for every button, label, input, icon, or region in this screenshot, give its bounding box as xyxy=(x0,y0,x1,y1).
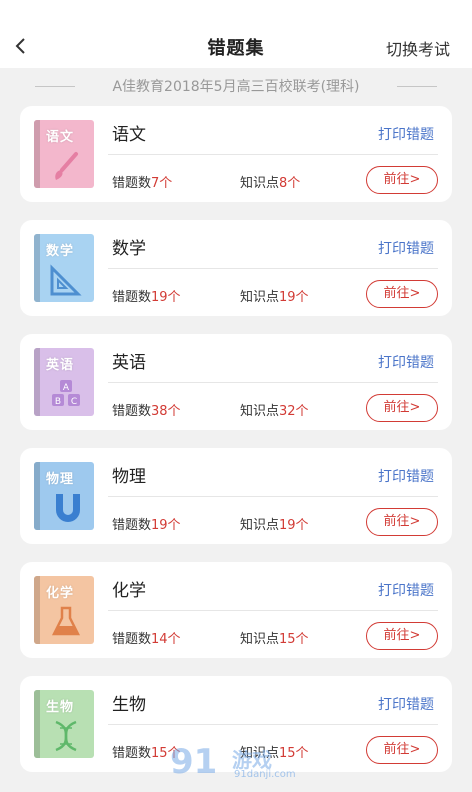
subject-card-chinese[interactable]: 语文 语文 打印错题 错题数7个 知识点8个 前往> xyxy=(20,106,452,202)
wrong-count: 错题数7个 xyxy=(112,176,173,191)
subject-book-cover: 数学 xyxy=(34,234,94,302)
site-watermark: 91 游戏 91danji.com xyxy=(170,742,310,788)
print-errors-button[interactable]: 打印错题 xyxy=(378,124,434,144)
knowledge-count: 知识点32个 xyxy=(240,404,309,419)
subject-card-chemistry[interactable]: 化学 化学 打印错题 错题数14个 知识点15个 前往> xyxy=(20,562,452,658)
svg-text:C: C xyxy=(71,397,77,407)
subject-book-cover: 生物 xyxy=(34,690,94,758)
go-button[interactable]: 前往> xyxy=(366,166,438,194)
wrong-count: 错题数19个 xyxy=(112,518,181,533)
subject-card-math[interactable]: 数学 数学 打印错题 错题数19个 知识点19个 前往> xyxy=(20,220,452,316)
book-label: 语文 xyxy=(46,130,75,145)
subject-card-english[interactable]: 英语 A B C 英语 打印错题 错题数38个 知识点32个 前往> xyxy=(20,334,452,430)
card-divider xyxy=(108,496,438,497)
go-button[interactable]: 前往> xyxy=(366,280,438,308)
subject-name: 语文 xyxy=(112,125,146,145)
book-label: 化学 xyxy=(46,586,75,601)
knowledge-count: 知识点15个 xyxy=(240,632,309,647)
brush-icon xyxy=(55,152,78,180)
magnet-icon xyxy=(56,494,80,522)
card-divider xyxy=(108,154,438,155)
card-divider xyxy=(108,610,438,611)
flask-icon xyxy=(51,606,81,636)
book-label: 物理 xyxy=(46,472,75,487)
go-button[interactable]: 前往> xyxy=(366,736,438,764)
subject-name: 生物 xyxy=(112,695,146,715)
watermark-url: 91danji.com xyxy=(234,769,296,780)
card-divider xyxy=(108,268,438,269)
svg-text:A: A xyxy=(63,383,70,393)
knowledge-count: 知识点19个 xyxy=(240,518,309,533)
book-label: 数学 xyxy=(46,244,75,259)
go-button[interactable]: 前往> xyxy=(366,394,438,422)
subject-name: 化学 xyxy=(112,581,146,601)
subject-name: 英语 xyxy=(112,353,146,373)
switch-exam-button[interactable]: 切换考试 xyxy=(386,36,450,60)
dna-icon xyxy=(55,720,77,752)
subject-book-cover: 语文 xyxy=(34,120,94,188)
go-button[interactable]: 前往> xyxy=(366,508,438,536)
subject-name: 物理 xyxy=(112,467,146,487)
book-label: 英语 xyxy=(46,358,75,373)
subject-book-cover: 物理 xyxy=(34,462,94,530)
svg-text:B: B xyxy=(55,397,61,407)
wrong-count: 错题数38个 xyxy=(112,404,181,419)
subject-name: 数学 xyxy=(112,239,146,259)
subject-card-physics[interactable]: 物理 物理 打印错题 错题数19个 知识点19个 前往> xyxy=(20,448,452,544)
exam-title-bar: A佳教育2018年5月高三百校联考(理科) xyxy=(0,68,472,104)
subject-book-cover: 英语 A B C xyxy=(34,348,94,416)
top-bar: 错题集 切换考试 xyxy=(0,0,472,68)
knowledge-count: 知识点19个 xyxy=(240,290,309,305)
knowledge-count: 知识点8个 xyxy=(240,176,301,191)
card-divider xyxy=(108,382,438,383)
print-errors-button[interactable]: 打印错题 xyxy=(378,466,434,486)
wrong-count: 错题数19个 xyxy=(112,290,181,305)
print-errors-button[interactable]: 打印错题 xyxy=(378,580,434,600)
subject-book-cover: 化学 xyxy=(34,576,94,644)
card-divider xyxy=(108,724,438,725)
divider-right xyxy=(397,86,437,87)
print-errors-button[interactable]: 打印错题 xyxy=(378,352,434,372)
watermark-number: 91 xyxy=(170,742,218,782)
print-errors-button[interactable]: 打印错题 xyxy=(378,694,434,714)
wrong-count: 错题数14个 xyxy=(112,632,181,647)
go-button[interactable]: 前往> xyxy=(366,622,438,650)
ruler-icon xyxy=(50,264,82,296)
abc-blocks-icon: A B C xyxy=(52,380,80,407)
book-label: 生物 xyxy=(46,700,75,715)
print-errors-button[interactable]: 打印错题 xyxy=(378,238,434,258)
